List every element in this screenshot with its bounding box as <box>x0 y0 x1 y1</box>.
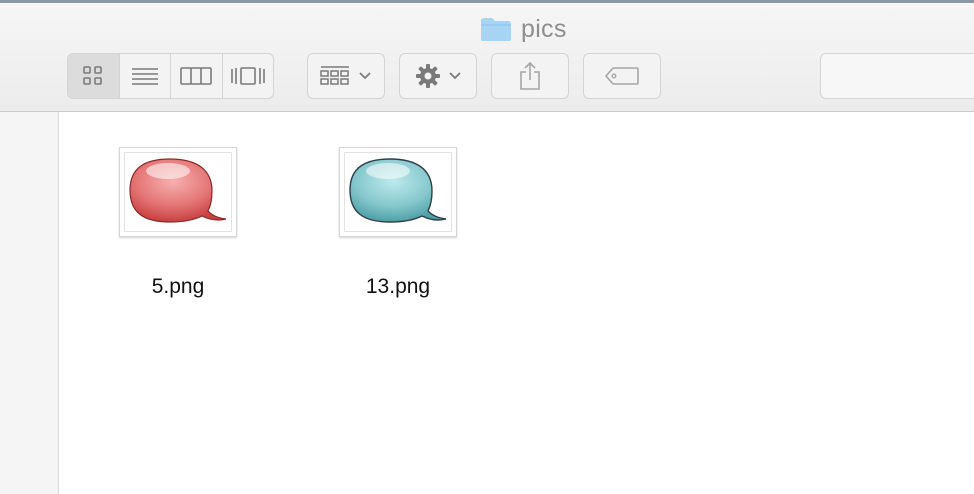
speech-bubble-image <box>349 158 447 223</box>
file-name: 13.png <box>365 275 431 298</box>
gear-icon <box>416 64 440 88</box>
arrange-button[interactable] <box>307 53 385 99</box>
window-title: pics <box>480 14 567 44</box>
window-title-text: pics <box>521 14 567 43</box>
list-icon <box>131 68 158 85</box>
columns-icon <box>180 67 213 85</box>
tag-button[interactable] <box>583 53 661 99</box>
share-button[interactable] <box>491 53 569 99</box>
sidebar <box>0 112 59 494</box>
chevron-down-icon <box>359 72 371 80</box>
thumbnail-frame <box>344 152 452 232</box>
file-item-13[interactable]: 13.png <box>318 147 478 299</box>
share-icon <box>520 61 540 90</box>
folder-icon <box>481 18 511 41</box>
arrange-icon <box>320 66 349 85</box>
icon-view-button[interactable] <box>68 54 120 98</box>
file-thumbnail[interactable] <box>339 147 457 237</box>
cover-flow-icon <box>230 67 265 85</box>
search-field[interactable] <box>820 53 974 99</box>
speech-bubble-image <box>129 158 227 223</box>
tag-icon <box>604 67 639 85</box>
chevron-down-icon <box>449 72 461 80</box>
list-view-button[interactable] <box>120 54 171 98</box>
column-view-button[interactable] <box>171 54 223 98</box>
view-mode-segmented-control <box>67 53 274 99</box>
file-thumbnail[interactable] <box>119 147 237 237</box>
file-item-5[interactable]: 5.png <box>98 147 258 299</box>
toolbar: pics <box>0 3 974 112</box>
file-name: 5.png <box>151 275 205 298</box>
grid-icon <box>83 66 103 85</box>
action-button[interactable] <box>399 53 477 99</box>
cover-flow-view-button[interactable] <box>223 54 274 98</box>
thumbnail-frame <box>124 152 232 232</box>
